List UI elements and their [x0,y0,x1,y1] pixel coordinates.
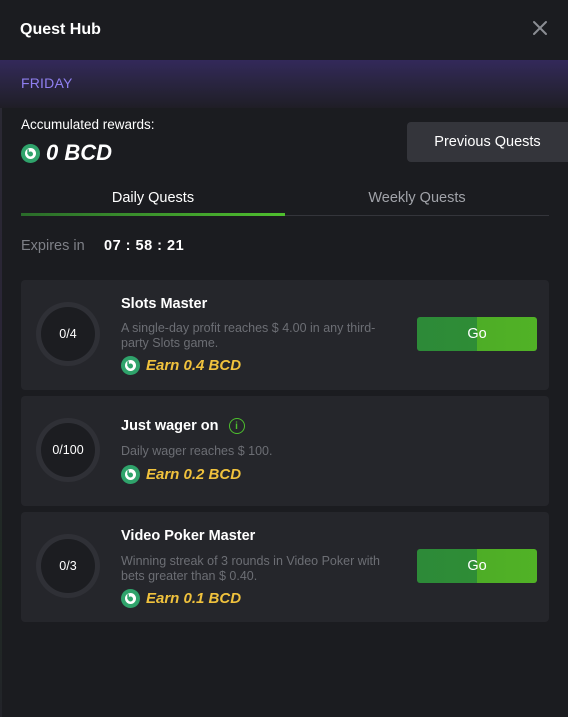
page-title: Quest Hub [20,21,101,38]
tab-daily-quests[interactable]: Daily Quests [21,180,285,216]
quest-reward: Earn 0.2 BCD [121,464,241,484]
accumulated-rewards-value: 0 BCD [21,140,112,166]
day-label: FRIDAY [21,75,73,91]
progress-text: 0/3 [41,539,95,593]
day-banner [0,60,568,108]
progress-ring: 0/100 [36,418,100,482]
bcd-coin-icon [21,143,40,163]
accumulated-rewards-label: Accumulated rewards: [21,117,155,132]
expires-label: Expires in [21,238,85,254]
tab-weekly-quests[interactable]: Weekly Quests [285,180,549,216]
quest-tabs: Daily Quests Weekly Quests [21,180,549,216]
quest-card-just-wager-on: 0/100 Just wager on i Daily wager reache… [21,396,549,506]
quest-title-text: Just wager on [121,418,219,434]
quest-card-video-poker-master: 0/3 Video Poker Master Winning streak of… [21,512,549,622]
accumulated-rewards-amount: 0 BCD [46,140,113,165]
go-button[interactable]: Go [417,317,537,351]
quest-title: Just wager on i [121,418,245,434]
info-icon[interactable]: i [228,418,245,434]
quest-title-text: Video Poker Master [121,528,256,544]
quest-card-slots-master: 0/4 Slots Master A single-day profit rea… [21,280,549,390]
bcd-coin-icon [121,355,140,375]
close-icon[interactable] [530,18,550,38]
progress-text: 0/100 [41,423,95,477]
quest-reward-text: Earn 0.2 BCD [146,465,242,483]
quest-reward-text: Earn 0.1 BCD [146,589,242,607]
expires-timer: 07 : 58 : 21 [104,238,185,254]
active-tab-indicator [21,213,285,216]
quest-title: Slots Master [121,296,207,312]
progress-text: 0/4 [41,307,95,361]
quest-reward: Earn 0.1 BCD [121,588,241,608]
progress-ring: 0/4 [36,302,100,366]
quest-description: Winning streak of 3 rounds in Video Poke… [121,554,380,583]
quest-description: Daily wager reaches $ 100. [121,444,273,458]
previous-quests-button[interactable]: Previous Quests [407,122,568,162]
quest-reward: Earn 0.4 BCD [121,355,241,375]
go-button[interactable]: Go [417,549,537,583]
quest-description: A single-day profit reaches $ 4.00 in an… [121,321,376,350]
progress-ring: 0/3 [36,534,100,598]
header: Quest Hub [0,0,568,60]
quest-title-text: Slots Master [121,296,208,312]
bcd-coin-icon [121,588,140,608]
quest-title: Video Poker Master [121,528,255,544]
bcd-coin-icon [121,464,140,484]
quest-reward-text: Earn 0.4 BCD [146,356,242,374]
